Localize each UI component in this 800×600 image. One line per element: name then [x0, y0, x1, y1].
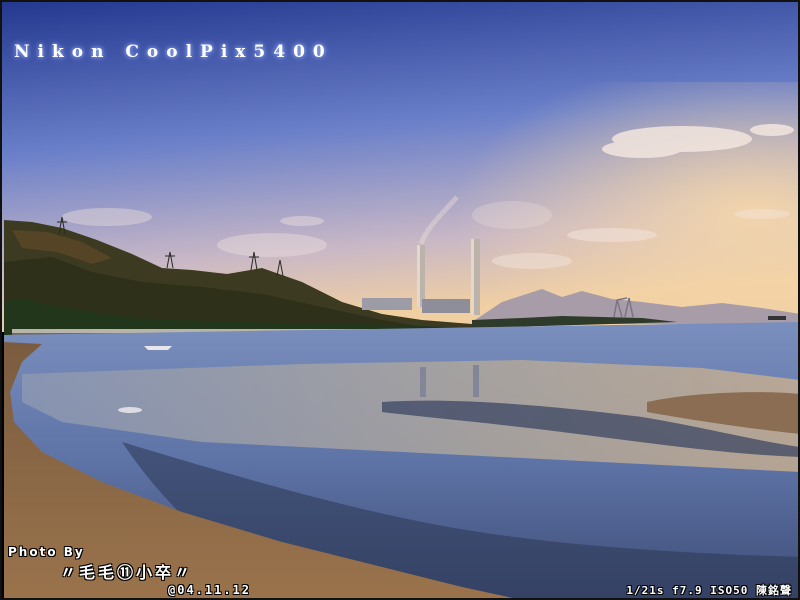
coastal-photo [2, 2, 798, 598]
boat [144, 346, 172, 350]
reflection [420, 367, 426, 397]
exif-info: 1/21s f7.9 ISO50 陳銘聲 [626, 584, 792, 597]
shot-date: @04.11.12 [168, 583, 252, 597]
photo-frame: Nikon CoolPix5400 Photo By 〃毛毛⑪小卒〃 @04.1… [0, 0, 800, 600]
ship [768, 316, 786, 320]
camera-brand-watermark: Nikon CoolPix5400 [14, 42, 333, 62]
photo-by-label: Photo By [8, 545, 85, 559]
photographer-signature: 〃毛毛⑪小卒〃 [60, 563, 194, 582]
birds [118, 407, 142, 413]
